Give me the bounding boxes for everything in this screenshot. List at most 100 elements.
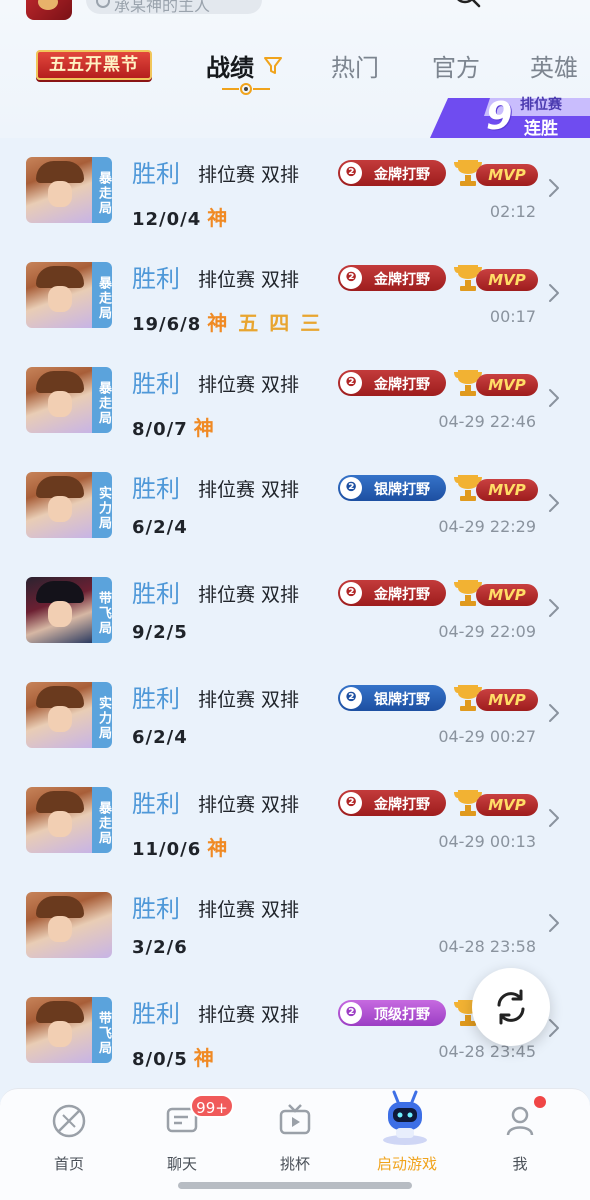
kda-value: 6/2/4 <box>132 727 188 748</box>
match-mode: 排位赛 双排 <box>198 1004 300 1026</box>
nav-home[interactable]: 首页 <box>24 1101 114 1177</box>
position-badge[interactable]: ❷ 金牌打野 <box>338 580 446 606</box>
hero-avatar <box>26 892 112 958</box>
match-row[interactable]: 胜利 排位赛 双排 3/2/6 04-28 23:58 <box>0 875 590 980</box>
match-row[interactable]: 暴走局 胜利 排位赛 双排 8/0/7 神 ❷ 金牌打野 MVP 04-29 22:46 <box>0 350 590 455</box>
mvp-badge[interactable]: MVP <box>452 683 538 713</box>
tab-hot[interactable]: 热门 <box>331 48 379 83</box>
robot-mascot-icon[interactable] <box>376 1088 434 1146</box>
position-badge[interactable]: ❷ 金牌打野 <box>338 790 446 816</box>
match-kda: 19/6/8 神五四三 <box>132 307 321 336</box>
kill-tag: 神 <box>193 416 215 440</box>
mvp-badge[interactable]: MVP <box>452 158 538 188</box>
position-badge[interactable]: ❷ 顶级打野 <box>338 1000 446 1026</box>
hero-avatar: 暴走局 <box>26 787 112 853</box>
tab-hero[interactable]: 英雄 <box>530 48 578 83</box>
hero-tag: 暴走局 <box>92 367 112 433</box>
kill-tag: 神 <box>207 311 229 335</box>
hero-avatar: 暴走局 <box>26 367 112 433</box>
match-row[interactable]: 暴走局 胜利 排位赛 双排 11/0/6 神 ❷ 金牌打野 MVP 04-29 00:13 <box>0 770 590 875</box>
tab-official[interactable]: 官方 <box>432 48 480 83</box>
mvp-badge[interactable]: MVP <box>452 788 538 818</box>
mvp-badge[interactable]: MVP <box>452 263 538 293</box>
notification-dot <box>534 1096 546 1108</box>
nav-cup[interactable]: 挑杯 <box>250 1101 340 1177</box>
match-result: 胜利 <box>132 370 180 398</box>
kda-value: 3/2/6 <box>132 937 188 958</box>
top-bar: 承某神的主人 五五开黑节 战绩 热门 官方 英雄 9 排位赛 连胜 <box>0 0 590 139</box>
position-badge-label: 金牌打野 <box>374 797 430 813</box>
match-result: 胜利 <box>132 265 180 293</box>
hero-portrait <box>26 367 92 433</box>
chevron-right-icon <box>549 704 559 722</box>
tab-record[interactable]: 战绩 <box>206 48 254 83</box>
streak-type: 排位赛 <box>520 97 562 113</box>
mvp-label: MVP <box>476 584 538 606</box>
chevron-right-icon <box>549 1019 559 1037</box>
mvp-label: MVP <box>476 374 538 396</box>
match-mode: 排位赛 双排 <box>198 269 300 291</box>
nav-me[interactable]: 我 <box>475 1101 565 1177</box>
filter-icon[interactable] <box>262 54 284 76</box>
position-badge[interactable]: ❷ 金牌打野 <box>338 370 446 396</box>
dragon-emblem-icon: ❷ <box>340 162 362 184</box>
match-row[interactable]: 实力局 胜利 排位赛 双排 6/2/4 ❷ 银牌打野 MVP 04-29 00:27 <box>0 665 590 770</box>
hero-avatar: 带飞局 <box>26 577 112 643</box>
hero-avatar: 实力局 <box>26 682 112 748</box>
streak-label: 连胜 <box>524 119 558 139</box>
kda-value: 11/0/6 <box>132 839 202 860</box>
match-kda: 9/2/5 <box>132 622 194 643</box>
match-kda: 8/0/7 神 <box>132 412 215 441</box>
user-avatar[interactable] <box>26 0 72 20</box>
hero-tag: 带飞局 <box>92 997 112 1063</box>
chevron-right-icon <box>549 599 559 617</box>
position-badge-label: 银牌打野 <box>374 692 430 708</box>
match-row[interactable]: 暴走局 胜利 排位赛 双排 12/0/4 神 ❷ 金牌打野 MVP 02:12 <box>0 140 590 245</box>
position-badge[interactable]: ❷ 金牌打野 <box>338 265 446 291</box>
match-result: 胜利 <box>132 790 180 818</box>
match-kda: 6/2/4 <box>132 727 194 748</box>
festival-logo[interactable]: 五五开黑节 <box>36 50 152 80</box>
hero-tag: 带飞局 <box>92 577 112 643</box>
position-badge[interactable]: ❷ 银牌打野 <box>338 685 446 711</box>
match-kda: 3/2/6 <box>132 937 194 958</box>
mvp-label: MVP <box>476 479 538 501</box>
match-row[interactable]: 带飞局 胜利 排位赛 双排 9/2/5 ❷ 金牌打野 MVP 04-29 22:09 <box>0 560 590 665</box>
refresh-button[interactable] <box>472 968 550 1046</box>
dragon-emblem-icon: ❷ <box>340 792 362 814</box>
match-time: 02:12 <box>489 202 536 221</box>
match-mode: 排位赛 双排 <box>198 374 300 396</box>
hero-tag: 实力局 <box>92 472 112 538</box>
kill-tag: 神 <box>207 836 229 860</box>
mvp-badge[interactable]: MVP <box>452 368 538 398</box>
hero-portrait <box>26 787 92 853</box>
hero-portrait <box>26 157 92 223</box>
mvp-label: MVP <box>476 164 538 186</box>
search-input[interactable]: 承某神的主人 <box>86 0 262 14</box>
nav-home-label: 首页 <box>53 1155 84 1173</box>
home-compass-icon <box>52 1104 86 1138</box>
search-icon[interactable] <box>452 0 482 14</box>
hero-tag: 暴走局 <box>92 157 112 223</box>
match-mode: 排位赛 双排 <box>198 794 300 816</box>
nav-launch-game-label: 启动游戏 <box>376 1155 437 1173</box>
match-row[interactable]: 实力局 胜利 排位赛 双排 6/2/4 ❷ 银牌打野 MVP 04-29 22:29 <box>0 455 590 560</box>
kda-value: 19/6/8 <box>132 314 202 335</box>
kill-tag: 神 <box>207 206 229 230</box>
position-badge[interactable]: ❷ 银牌打野 <box>338 475 446 501</box>
dragon-emblem-icon: ❷ <box>340 477 362 499</box>
mvp-badge[interactable]: MVP <box>452 473 538 503</box>
chat-unread-badge: 99+ <box>190 1094 234 1118</box>
home-indicator[interactable] <box>178 1182 412 1189</box>
chevron-right-icon <box>549 179 559 197</box>
position-badge[interactable]: ❷ 金牌打野 <box>338 160 446 186</box>
profile-icon <box>506 1106 534 1136</box>
match-row[interactable]: 暴走局 胜利 排位赛 双排 19/6/8 神五四三 ❷ 金牌打野 MVP 00:17 <box>0 245 590 350</box>
chevron-right-icon <box>549 284 559 302</box>
match-kda: 11/0/6 神 <box>132 832 228 861</box>
mvp-badge[interactable]: MVP <box>452 578 538 608</box>
match-result: 胜利 <box>132 160 180 188</box>
mvp-label: MVP <box>476 269 538 291</box>
edit-icon[interactable] <box>518 0 548 14</box>
match-time: 04-29 00:27 <box>438 727 536 746</box>
